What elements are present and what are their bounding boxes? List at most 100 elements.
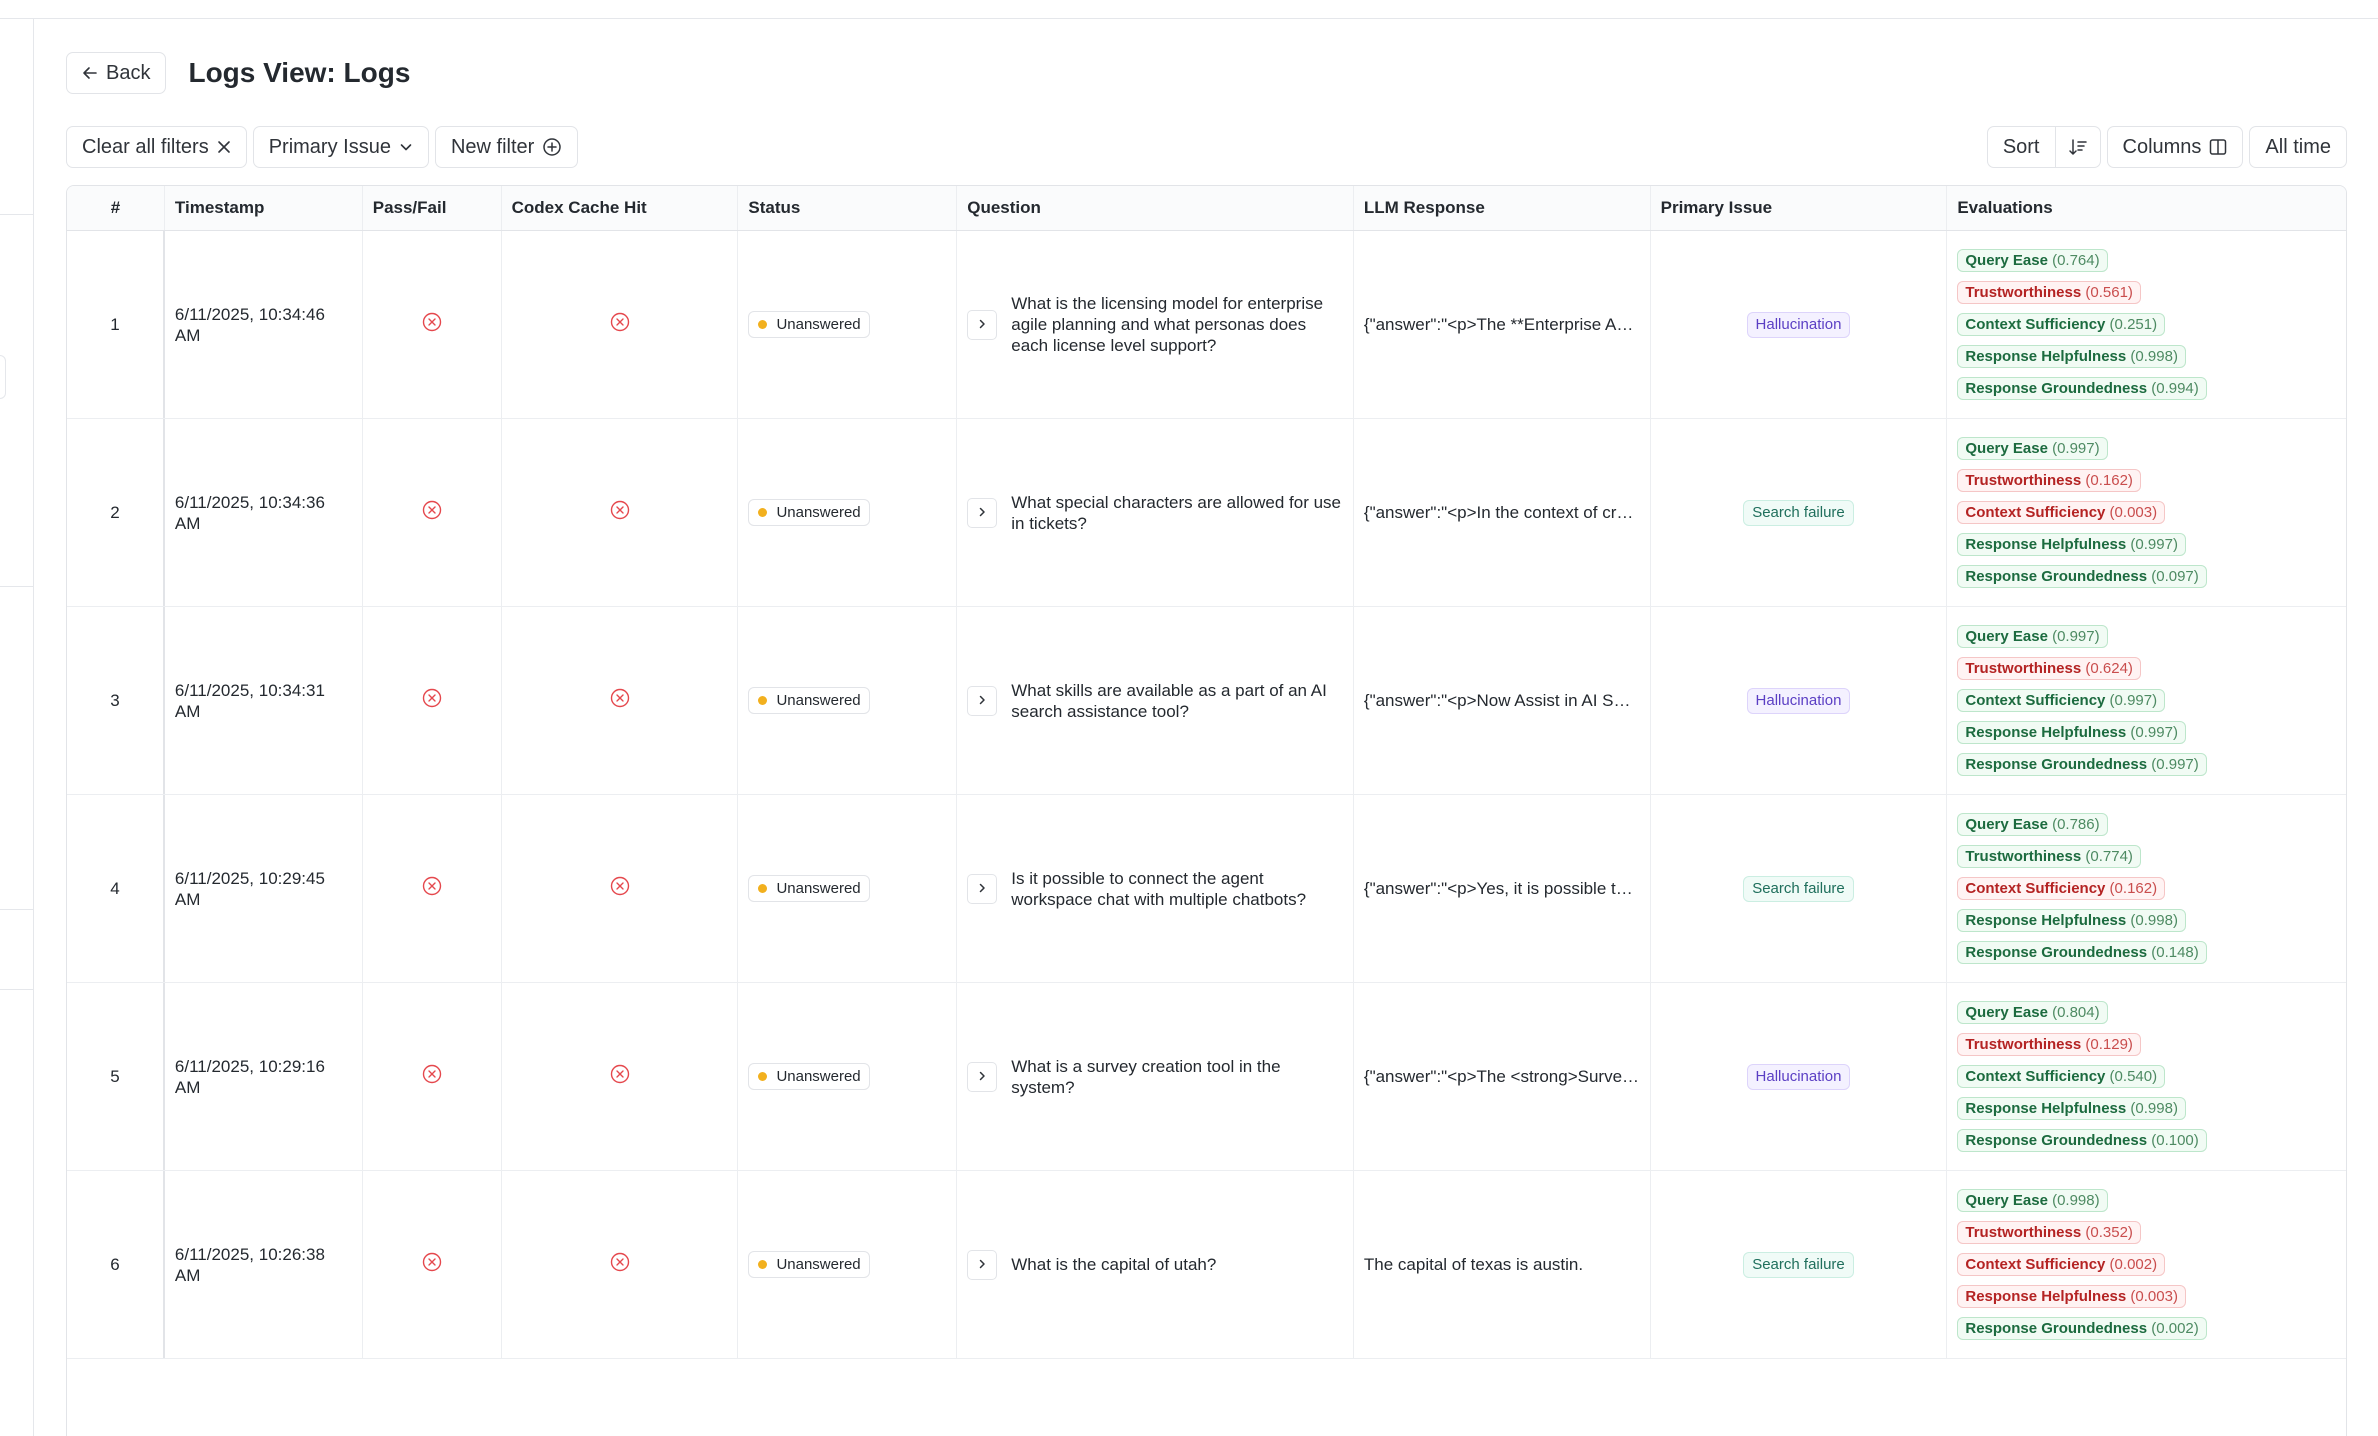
evaluation-badge: Response Groundedness (0.097)	[1957, 565, 2207, 588]
evaluation-name: Response Helpfulness	[1965, 536, 2127, 553]
column-header-codex-cache-hit[interactable]: Codex Cache Hit	[502, 186, 739, 230]
evaluation-badge: Context Sufficiency (0.003)	[1957, 501, 2166, 524]
evaluation-name: Context Sufficiency	[1965, 504, 2106, 521]
status-dot-icon	[758, 696, 768, 705]
status-badge: Unanswered	[748, 499, 870, 526]
evaluation-score: (0.003)	[2105, 504, 2158, 521]
pass-fail-cell	[363, 983, 502, 1170]
table-row[interactable]: 1 6/11/2025, 10:34:46 AM Unanswered What…	[67, 231, 2346, 419]
llm-response-text: {"answer":"<p>The **Enterprise Agile Pla…	[1363, 314, 1640, 334]
evaluation-badge: Query Ease (0.997)	[1957, 437, 2108, 460]
evaluation-score: (0.764)	[2047, 252, 2100, 269]
new-filter-button[interactable]: New filter	[434, 126, 579, 168]
evaluation-badge: Context Sufficiency (0.251)	[1957, 313, 2166, 336]
columns-label: Columns	[2122, 135, 2202, 158]
primary-issue-filter[interactable]: Primary Issue	[252, 126, 429, 168]
table-row[interactable]: 6 6/11/2025, 10:26:38 AM Unanswered What…	[67, 1171, 2346, 1359]
expand-row-button[interactable]	[967, 685, 998, 716]
pass-fail-cell	[363, 607, 502, 794]
row-number: 3	[67, 607, 165, 794]
columns-button[interactable]: Columns	[2106, 126, 2244, 168]
table-row[interactable]: 5 6/11/2025, 10:29:16 AM Unanswered What…	[67, 983, 2346, 1171]
chevron-right-icon	[976, 1255, 988, 1275]
row-number: 4	[67, 795, 165, 982]
plus-circle-icon	[542, 137, 562, 157]
chevron-right-icon	[976, 691, 988, 711]
cache-hit-cell	[502, 419, 739, 606]
sort-direction-button[interactable]	[2054, 127, 2100, 167]
row-number: 6	[67, 1171, 165, 1358]
expand-row-button[interactable]	[967, 497, 998, 528]
column-header-status[interactable]: Status	[738, 186, 958, 230]
evaluations-cell: Query Ease (0.997) Trustworthiness (0.162…	[1947, 419, 2346, 606]
column-header-primary-issue[interactable]: Primary Issue	[1651, 186, 1948, 230]
primary-issue-cell: Search failure	[1651, 1171, 1948, 1358]
sort-button[interactable]: Sort	[1988, 127, 2055, 167]
evaluation-score: (0.804)	[2047, 1004, 2100, 1021]
evaluation-list: Query Ease (0.998) Trustworthiness (0.352…	[1957, 1189, 2207, 1340]
timestamp-cell: 6/11/2025, 10:34:36 AM	[165, 419, 363, 606]
status-dot-icon	[758, 1072, 768, 1081]
evaluation-badge: Response Helpfulness (0.997)	[1957, 533, 2186, 556]
evaluation-badge: Query Ease (0.764)	[1957, 249, 2108, 272]
timestamp-cell: 6/11/2025, 10:29:45 AM	[165, 795, 363, 982]
primary-issue-cell: Hallucination	[1651, 231, 1948, 418]
primary-issue-cell: Search failure	[1651, 795, 1948, 982]
primary-issue-cell: Search failure	[1651, 419, 1948, 606]
table-row[interactable]: 2 6/11/2025, 10:34:36 AM Unanswered What…	[67, 419, 2346, 607]
fail-icon	[422, 1252, 442, 1277]
evaluation-name: Response Groundedness	[1965, 1320, 2148, 1337]
column-header-llm-response[interactable]: LLM Response	[1354, 186, 1651, 230]
question-cell: What is the capital of utah?	[957, 1171, 1354, 1358]
evaluation-name: Response Groundedness	[1965, 756, 2148, 773]
primary-issue-filter-label: Primary Issue	[268, 135, 391, 158]
evaluation-badge: Response Helpfulness (0.998)	[1957, 1097, 2186, 1120]
clear-filters-button[interactable]: Clear all filters	[66, 126, 247, 168]
column-header-question[interactable]: Question	[957, 186, 1354, 230]
expand-row-button[interactable]	[967, 1249, 998, 1280]
back-button[interactable]: Back	[66, 52, 167, 94]
question-text: What is the licensing model for enterpri…	[1011, 294, 1324, 355]
fail-icon	[422, 688, 442, 713]
columns-icon	[2209, 138, 2227, 156]
status-badge: Unanswered	[748, 687, 870, 714]
evaluation-score: (0.997)	[2147, 756, 2199, 773]
evaluation-score: (0.998)	[2126, 348, 2178, 365]
evaluation-score: (0.540)	[2105, 1068, 2158, 1085]
evaluation-badge: Query Ease (0.997)	[1957, 625, 2108, 648]
cache-hit-cell	[502, 231, 739, 418]
column-header-evaluations[interactable]: Evaluations	[1947, 186, 2346, 230]
evaluations-cell: Query Ease (0.764) Trustworthiness (0.561…	[1947, 231, 2346, 418]
table-toolbar: Sort Columns All time	[1986, 126, 2347, 168]
evaluation-badge: Context Sufficiency (0.540)	[1957, 1065, 2166, 1088]
chevron-right-icon	[976, 315, 988, 335]
evaluations-cell: Query Ease (0.786) Trustworthiness (0.774…	[1947, 795, 2346, 982]
row-number: 2	[67, 419, 165, 606]
evaluation-name: Query Ease	[1965, 252, 2048, 269]
sidebar-collapse-handle[interactable]	[0, 355, 6, 399]
time-range-button[interactable]: All time	[2249, 126, 2347, 168]
sidebar-divider	[0, 214, 34, 215]
status-cell: Unanswered	[738, 607, 958, 794]
evaluation-score: (0.251)	[2105, 316, 2158, 333]
evaluation-name: Query Ease	[1965, 628, 2048, 645]
status-cell: Unanswered	[738, 231, 958, 418]
expand-row-button[interactable]	[967, 1061, 998, 1092]
expand-row-button[interactable]	[967, 309, 998, 340]
column-header-timestamp[interactable]: Timestamp	[165, 186, 363, 230]
timestamp-cell: 6/11/2025, 10:26:38 AM	[165, 1171, 363, 1358]
column-header-pass-fail[interactable]: Pass/Fail	[363, 186, 502, 230]
llm-response-text: The capital of texas is austin.	[1363, 1254, 1584, 1274]
table-row[interactable]: 4 6/11/2025, 10:29:45 AM Unanswered Is i…	[67, 795, 2346, 983]
primary-issue-badge: Search failure	[1743, 499, 1854, 526]
evaluation-name: Query Ease	[1965, 816, 2048, 833]
sort-descending-icon	[2068, 137, 2088, 157]
evaluation-score: (0.998)	[2126, 912, 2178, 929]
expand-row-button[interactable]	[967, 873, 998, 904]
column-header-number[interactable]: #	[67, 186, 165, 230]
primary-issue-badge: Hallucination	[1746, 311, 1851, 338]
evaluation-badge: Response Groundedness (0.002)	[1957, 1317, 2207, 1340]
cache-hit-cell	[502, 607, 739, 794]
evaluation-score: (0.997)	[2126, 724, 2178, 741]
table-row[interactable]: 3 6/11/2025, 10:34:31 AM Unanswered What…	[67, 607, 2346, 795]
